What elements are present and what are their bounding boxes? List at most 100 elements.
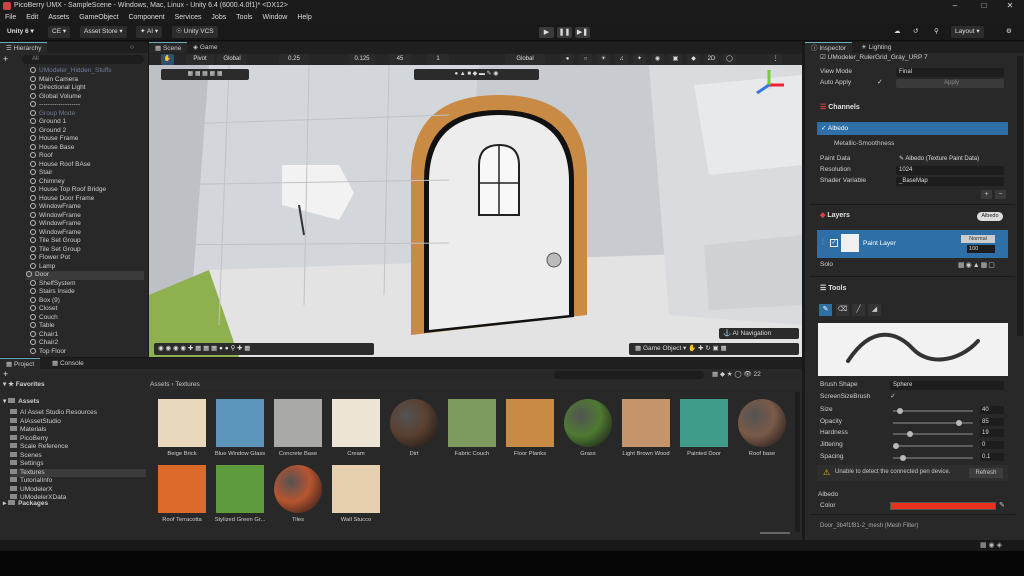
grid-snap-field[interactable]: 0.25	[279, 54, 309, 65]
wireframe-icon[interactable]: ○	[579, 54, 592, 65]
asset-thumbnail[interactable]	[332, 465, 380, 513]
drag-handle-icon[interactable]: ⋮	[820, 238, 826, 248]
space-dropdown[interactable]: Global	[505, 54, 545, 65]
asset-thumbnail[interactable]	[216, 399, 264, 447]
resolution-dropdown[interactable]: 1024	[896, 166, 1004, 175]
hierarchy-item[interactable]: Ground 1	[30, 118, 66, 127]
scene-more-icon[interactable]: ⋮	[769, 54, 782, 65]
menu-jobs[interactable]: Jobs	[211, 12, 226, 23]
packages-folder[interactable]: ▸ Packages	[3, 500, 48, 509]
ai-navigation-button[interactable]: ⚓ AI Navigation	[719, 328, 799, 339]
layer-visible-checkbox[interactable]: ✓	[830, 239, 838, 247]
asset-thumbnail[interactable]	[274, 399, 322, 447]
audio-icon[interactable]: ♫	[615, 54, 628, 65]
view-mode-dropdown[interactable]: Final	[896, 68, 1004, 77]
inspector-scrollbar[interactable]	[1017, 56, 1023, 336]
global-dropdown[interactable]: Global	[217, 54, 247, 65]
hierarchy-item[interactable]: Tile Set Group	[30, 237, 81, 246]
breadcrumb-textures[interactable]: Textures	[175, 381, 200, 388]
scene-viewport[interactable]: ▦ ▦ ▦ ▦ ▦ ● ▲ ■ ◆ ▬ ✎ ◉ ⚓ AI Navigation …	[149, 65, 802, 357]
lock-icon[interactable]: ○ ⋮	[124, 42, 148, 62]
umodeler-tools-bar[interactable]: ▦ ▦ ▦ ▦ ▦	[161, 69, 249, 80]
ai-button[interactable]: ✦ AI ▾	[136, 26, 163, 38]
tab-scene[interactable]: ▦ Scene	[149, 42, 188, 53]
project-folder[interactable]: Materials	[10, 426, 46, 435]
asset-thumbnail[interactable]	[158, 399, 206, 447]
asset-thumbnail[interactable]	[274, 465, 322, 513]
asset-thumbnail[interactable]	[506, 399, 554, 447]
pivot-dropdown[interactable]: Pivot	[186, 54, 214, 65]
solo-toggle[interactable]: Solo	[820, 260, 833, 270]
settings-gear-icon[interactable]: ⚙	[1002, 26, 1016, 38]
project-folder[interactable]: Scenes	[10, 451, 42, 461]
tab-lighting[interactable]: ☀ Lighting	[855, 42, 897, 53]
screen-size-checkbox[interactable]: ✓	[890, 393, 898, 401]
status-icons[interactable]: ▦ ◉ ◈	[980, 541, 1020, 550]
hierarchy-item[interactable]: Global Volume	[30, 92, 81, 102]
scale-snap-field[interactable]: 1	[427, 54, 449, 65]
cloud-icon[interactable]: ☁	[890, 26, 905, 38]
project-folder[interactable]: Settings	[10, 460, 44, 469]
hierarchy-item[interactable]: Chimney	[30, 177, 65, 187]
shader-variable-dropdown[interactable]: _BaseMap	[896, 177, 1004, 186]
menu-tools[interactable]: Tools	[236, 12, 252, 23]
slider-knob[interactable]	[896, 408, 903, 414]
project-folder[interactable]: AIAssetStudio	[10, 417, 61, 427]
refresh-button[interactable]: Refresh	[969, 468, 1003, 478]
brush-prop-value[interactable]: 40	[980, 406, 1004, 414]
maximize-button[interactable]: □	[970, 0, 998, 12]
search-icon[interactable]: ⚲	[930, 26, 943, 38]
hierarchy-item[interactable]: Ground 2	[30, 126, 66, 136]
auto-apply-checkbox[interactable]: ✓	[877, 79, 885, 87]
render-mode-icon[interactable]: ◯	[723, 54, 736, 65]
hierarchy-item[interactable]: Chair2	[30, 339, 58, 348]
asset-thumbnail[interactable]	[564, 399, 612, 447]
hierarchy-item[interactable]: House Base	[30, 143, 74, 153]
rotation-snap-field[interactable]: 45	[389, 54, 411, 65]
asset-scrollbar[interactable]	[795, 392, 800, 532]
channel-albedo[interactable]: ✓ Albedo	[817, 122, 1008, 135]
zoom-slider[interactable]	[760, 532, 790, 534]
pause-button[interactable]: ❚❚	[557, 27, 572, 38]
asset-thumbnail[interactable]	[332, 399, 380, 447]
hierarchy-item[interactable]: Roof	[30, 152, 53, 161]
hierarchy-item[interactable]: House Roof BAse	[30, 160, 91, 170]
hierarchy-item[interactable]: Couch	[30, 313, 58, 323]
asset-thumbnail[interactable]	[216, 465, 264, 513]
brush-prop-value[interactable]: 85	[980, 417, 1004, 426]
asset-thumbnail[interactable]	[738, 399, 786, 447]
brush-prop-value[interactable]: 0	[980, 441, 1004, 450]
project-filter-icons[interactable]: ▦ ◆ ★ ◯ 👁 22	[712, 370, 782, 379]
hierarchy-item[interactable]: Main Camera	[30, 75, 78, 85]
close-button[interactable]: ✕	[996, 0, 1024, 12]
hierarchy-item[interactable]: UModeler_Hidden_Stuffs	[30, 67, 112, 76]
assets-root-folder[interactable]: ▾ Assets	[3, 398, 39, 407]
brush-shape-dropdown[interactable]: Sphere	[890, 381, 1004, 390]
paint-data-field[interactable]: ✎ Albedo (Texture Paint Data)	[896, 155, 1004, 164]
favorites-folder[interactable]: ▾ ★ Favorites	[3, 381, 45, 390]
hierarchy-item[interactable]: Chair1	[30, 330, 58, 340]
channel-metallic[interactable]: Metallic-Smoothness	[817, 137, 1008, 150]
menu-services[interactable]: Services	[175, 12, 202, 23]
remove-channel-button[interactable]: −	[995, 190, 1006, 199]
brush-prop-value[interactable]: 19	[980, 429, 1004, 438]
menu-file[interactable]: File	[5, 12, 16, 23]
asset-thumbnail[interactable]	[622, 399, 670, 447]
brush-prop-slider[interactable]	[893, 408, 973, 414]
history-icon[interactable]: ↺	[909, 26, 922, 38]
brush-tools-bar[interactable]: ● ▲ ■ ◆ ▬ ✎ ◉	[414, 69, 539, 80]
material-row[interactable]: ☑ UModeler_RulerGrid_Gray_URP 7	[820, 53, 928, 63]
asset-thumbnail[interactable]	[680, 399, 728, 447]
hierarchy-item[interactable]: House Top Roof Bridge	[30, 186, 106, 195]
vcs-button[interactable]: ☉ Unity VCS	[172, 26, 218, 38]
hierarchy-item[interactable]: Flower Pot	[30, 254, 70, 263]
mesh-filter-header[interactable]: Door_3b4f1f81-2_mesh (Mesh Filter)	[820, 521, 1010, 529]
hidden-objects-icon[interactable]: ◉	[651, 54, 664, 65]
blend-mode-dropdown[interactable]: Normal	[961, 235, 995, 243]
project-folder[interactable]: TutorialInfo	[10, 477, 52, 486]
play-button[interactable]: ▶	[539, 27, 554, 38]
hierarchy-item[interactable]: Lamp	[30, 262, 55, 272]
eraser-tool-icon[interactable]: ⌫	[836, 304, 849, 316]
gizmos-icon[interactable]: ◆	[687, 54, 700, 65]
hierarchy-item[interactable]: WindowFrame	[30, 220, 81, 229]
